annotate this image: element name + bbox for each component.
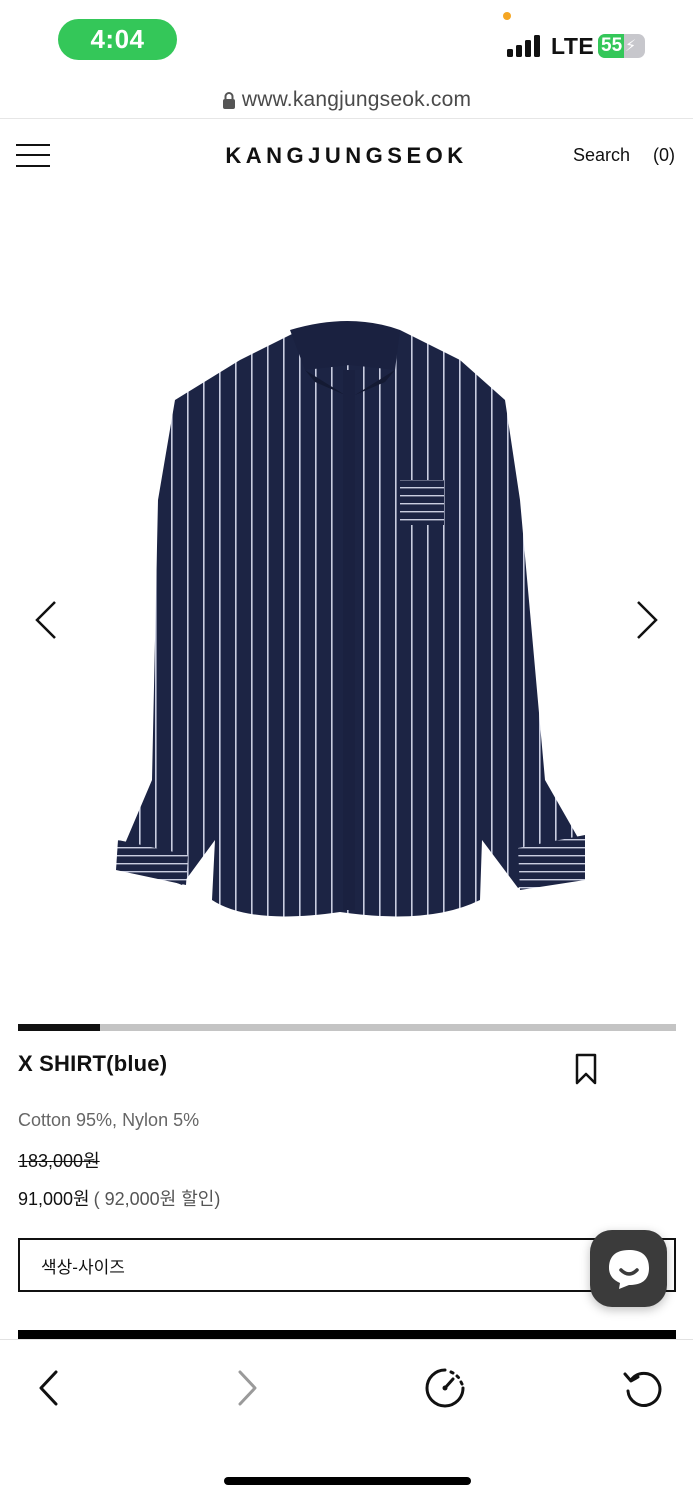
charging-bolt-icon: ⚡ [625,38,637,55]
product-title: X SHIRT(blue) [18,1051,168,1076]
gallery-progress-bar [18,1024,676,1031]
reload-icon [623,1371,662,1407]
speed-button[interactable] [420,1365,470,1411]
chat-button[interactable] [590,1230,667,1307]
gallery-progress-fill [18,1024,101,1031]
chevron-right-icon [238,1370,257,1406]
lock-icon [222,92,235,109]
product-material: Cotton 95%, Nylon 5% [18,1110,200,1130]
url-text: www.kangjungseok.com [241,88,472,111]
chat-icon [608,1249,649,1289]
carousel-prev-icon[interactable] [31,598,61,642]
address-bar[interactable]: www.kangjungseok.com [0,82,693,119]
privacy-indicator-dot [503,12,511,20]
reload-button[interactable] [618,1365,668,1411]
battery-level: 55 [601,35,623,56]
battery-icon: 55 ⚡ [598,34,645,58]
browser-toolbar [0,1339,693,1500]
sale-price: 91,000원 [18,1189,90,1209]
option-select-label: 색상-사이즈 [41,1257,125,1277]
carousel-next-icon[interactable] [632,598,662,642]
cart-link[interactable]: (0) [653,145,675,166]
bookmark-icon[interactable] [573,1052,599,1086]
network-type: LTE [551,33,595,59]
site-header: KANGJUNGSEOK Search (0) [0,120,693,192]
chevron-left-icon [39,1370,58,1406]
signal-icon [507,35,543,57]
status-time: 4:04 [58,19,177,60]
home-indicator[interactable] [224,1477,471,1485]
discount-amount: ( 92,000원 할인) [93,1189,221,1209]
option-select[interactable]: 색상-사이즈 [18,1238,676,1292]
back-button[interactable] [24,1365,74,1411]
gauge-icon [425,1368,465,1408]
search-link[interactable]: Search [573,145,630,166]
status-bar: 4:04 LTE 55 ⚡ [0,0,693,82]
product-image[interactable] [100,300,600,940]
forward-button[interactable] [222,1365,272,1411]
original-price: 183,000원 [18,1151,100,1171]
price-line: 91,000원( 92,000원 할인) [18,1185,220,1211]
